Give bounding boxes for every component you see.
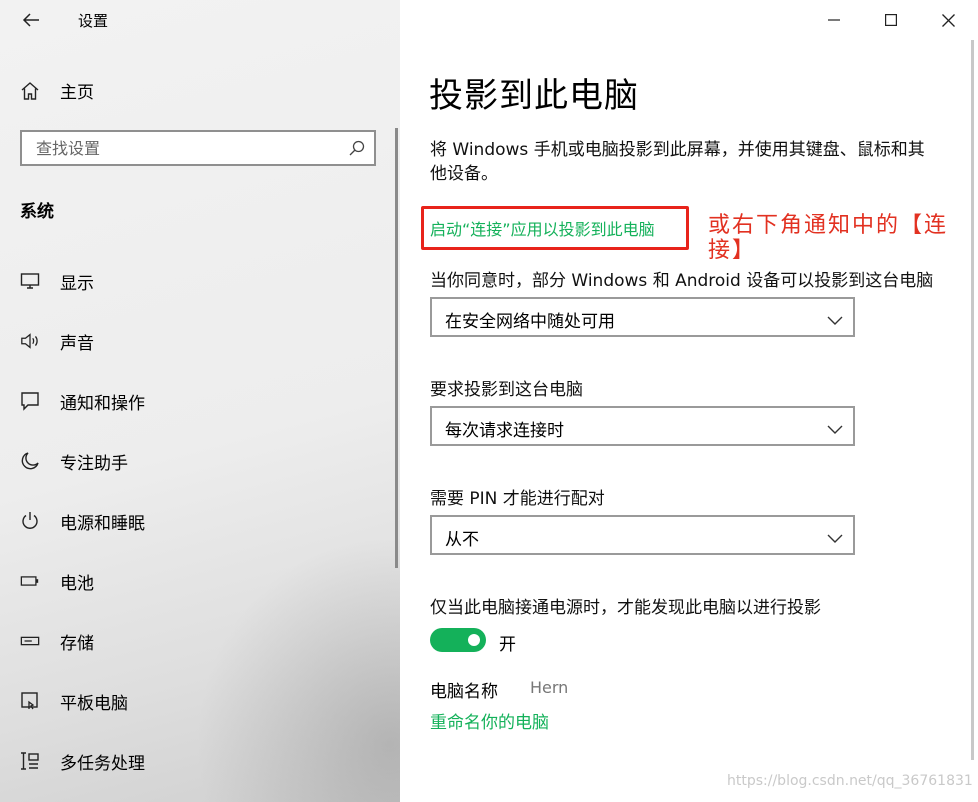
home-icon [21,81,39,100]
setting-label-ask: 要求投影到这台电脑 [430,380,583,400]
sidebar-item-label: 主页 [60,83,94,103]
sidebar-item-notifications[interactable]: 通知和操作 [20,386,145,416]
maximize-button[interactable] [871,6,911,34]
sidebar-item-label: 专注助手 [60,453,128,474]
dropdown-value: 从不 [445,530,479,550]
watermark: https://blog.csdn.net/qq_36761831 [727,773,973,789]
close-button[interactable] [928,6,968,34]
maximize-icon [885,14,897,26]
content-scrollbar[interactable] [971,40,974,760]
section-title: 系统 [20,202,54,222]
minimize-button[interactable] [814,6,854,34]
chevron-down-icon [827,311,843,330]
sidebar-item-focus-assist[interactable]: 专注助手 [20,446,128,476]
setting-label-power: 仅当此电脑接通电源时，才能发现此电脑以进行投影 [430,598,821,618]
sidebar-item-label: 存储 [60,633,94,654]
sidebar-item-power[interactable]: 电源和睡眠 [20,506,145,536]
sidebar-item-label: 通知和操作 [60,393,145,414]
ask-to-project-dropdown[interactable]: 每次请求连接时 [430,406,855,446]
battery-icon [20,571,40,591]
sidebar-item-sound[interactable]: 声音 [20,326,94,356]
sidebar-item-tablet[interactable]: 平板电脑 [20,686,128,716]
chevron-down-icon [827,529,843,548]
page-description: 将 Windows 手机或电脑投影到此屏幕，并使用其键盘、鼠标和其他设备。 [430,140,925,184]
monitor-icon [20,271,40,291]
moon-icon [20,451,40,471]
sidebar-item-display[interactable]: 显示 [20,266,94,296]
back-arrow-icon [22,13,39,27]
search-icon[interactable] [348,139,366,161]
sidebar-item-label: 声音 [60,333,94,354]
pc-name-label: 电脑名称 [430,682,498,702]
setting-label-pin: 需要 PIN 才能进行配对 [430,489,605,509]
power-icon [20,511,40,531]
sidebar-item-multitasking[interactable]: 多任务处理 [20,746,145,776]
dropdown-value: 在安全网络中随处可用 [445,312,615,332]
search-input[interactable] [22,132,346,164]
power-toggle[interactable] [430,628,486,652]
sidebar-item-label: 显示 [60,273,94,294]
toggle-knob [468,634,480,646]
toggle-state-label: 开 [499,635,516,655]
page-title: 投影到此电脑 [429,76,639,116]
storage-icon [20,631,40,651]
sidebar-item-label: 电池 [60,573,94,594]
annotation-note: 或右下角通知中的【连接】 [708,213,949,263]
sidebar-scrollbar[interactable] [395,128,398,568]
minimize-icon [828,19,840,21]
notification-icon [20,391,40,411]
dropdown-value: 每次请求连接时 [445,421,564,441]
app-title: 设置 [78,12,109,30]
rename-pc-link[interactable]: 重命名你的电脑 [430,708,549,733]
multitask-icon [20,751,40,771]
availability-dropdown[interactable]: 在安全网络中随处可用 [430,297,855,337]
sidebar-item-label: 多任务处理 [60,753,145,774]
search-box[interactable] [20,130,376,166]
background-shade [180,520,400,802]
sidebar-item-label: 电源和睡眠 [60,513,145,534]
speaker-icon [20,331,40,351]
chevron-down-icon [827,420,843,439]
setting-label-availability: 当你同意时，部分 Windows 和 Android 设备可以投影到这台电脑 [430,271,934,291]
tablet-icon [20,691,40,711]
sidebar-item-battery[interactable]: 电池 [20,566,94,596]
pin-dropdown[interactable]: 从不 [430,515,855,555]
sidebar-item-home[interactable]: 主页 [20,78,94,103]
sidebar-item-storage[interactable]: 存储 [20,626,94,656]
sidebar-item-label: 平板电脑 [60,693,128,714]
launch-connect-app-link[interactable]: 启动“连接”应用以投影到此电脑 [430,216,655,240]
sidebar: 设置 主页 系统 显示 声音 通知和操作 [0,0,400,802]
pc-name-value: Hern [530,678,569,697]
back-button[interactable] [16,6,46,34]
close-icon [941,13,955,27]
